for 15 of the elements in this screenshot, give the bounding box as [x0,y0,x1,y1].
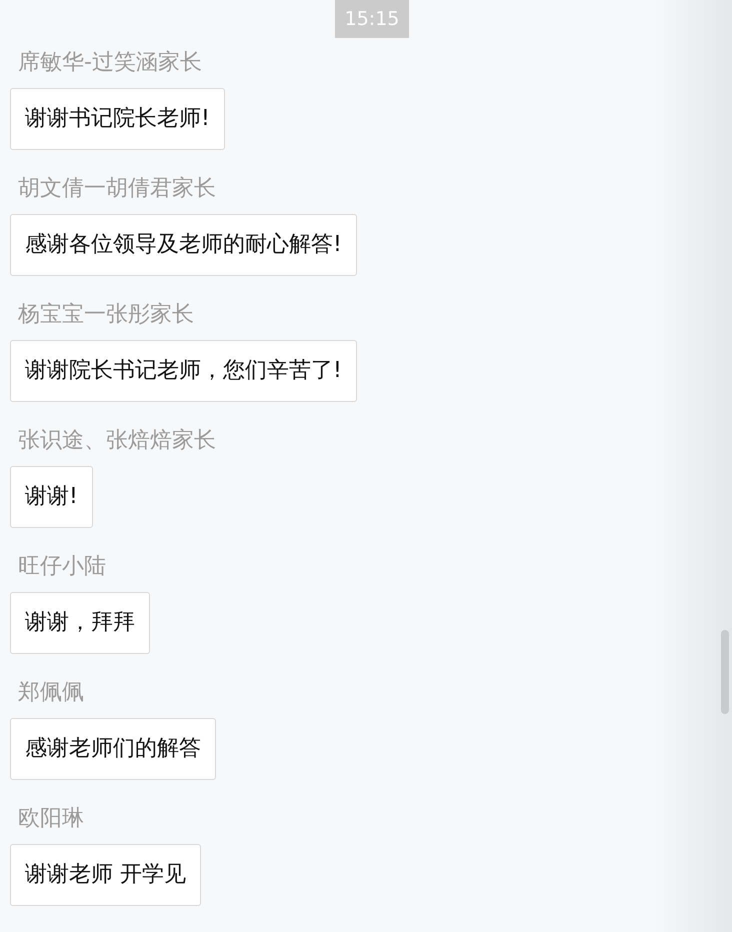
sender-name: 旺仔小陆 [17,553,106,581]
sender-name: 席敏华-过笑涵家长 [17,49,202,77]
sender-name: 张识途、张焙焙家长 [17,427,216,455]
message-bubble: 谢谢，拜拜 [10,592,150,654]
message-bubble: 谢谢书记院长老师! [10,88,225,150]
message-bubble: 谢谢老师 开学见 [10,844,201,906]
message-bubble: 感谢各位领导及老师的耐心解答! [10,214,357,276]
sender-name: 郑佩佩 [17,679,84,707]
message-bubble: 谢谢院长书记老师，您们辛苦了! [10,340,357,402]
sender-name: 欧阳琳 [17,805,84,833]
sender-name: 胡文倩一胡倩君家长 [17,175,216,203]
message-bubble: 谢谢! [10,466,93,528]
scrollbar[interactable] [721,630,729,714]
sender-name: 杨宝宝一张彤家长 [17,301,194,329]
message-bubble: 感谢老师们的解答 [10,718,216,780]
